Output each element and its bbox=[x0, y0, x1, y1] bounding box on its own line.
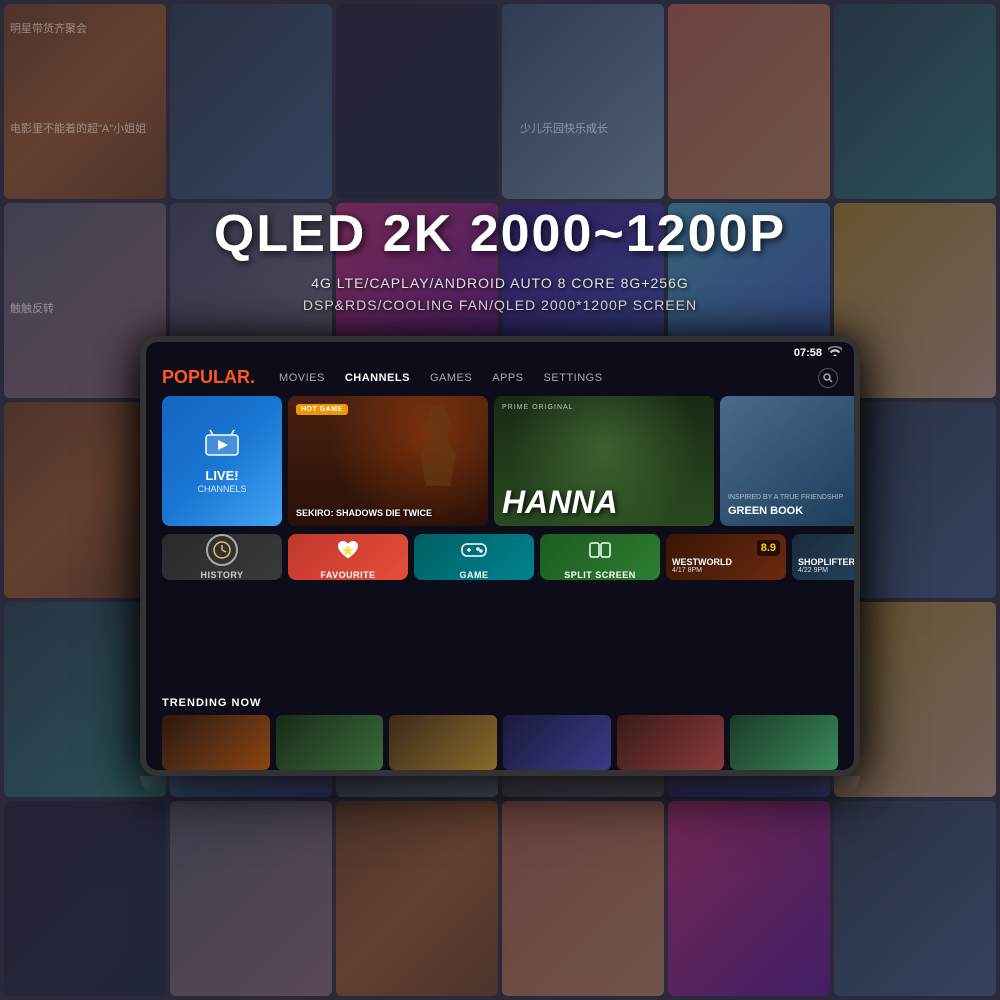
shoplifters-info: SHOPLIFTERS 4/22 9PM bbox=[798, 557, 860, 574]
tile-history[interactable]: HISTORY bbox=[162, 534, 282, 580]
history-icon bbox=[206, 534, 238, 566]
device-reflection bbox=[140, 776, 860, 796]
trending-row bbox=[162, 715, 838, 770]
nav-item-games[interactable]: GAMES bbox=[430, 372, 472, 384]
history-label: HISTORY bbox=[200, 570, 243, 580]
main-grid-row1: LIVE! CHANNELS HOT GAME SEKIRO: SHADOWS … bbox=[162, 396, 838, 526]
nav-item-channels[interactable]: CHANNELS bbox=[345, 372, 410, 384]
trending-thumb-1[interactable] bbox=[162, 715, 270, 770]
greenbook-badge: INSPIRED BY A TRUE FRIENDSHIP bbox=[728, 494, 860, 501]
sekiro-bg bbox=[288, 396, 488, 526]
westworld-date: 4/17 8PM bbox=[672, 567, 780, 574]
nav-bar: POPULAR. MOVIES CHANNELS GAMES APPS SETT… bbox=[146, 363, 854, 396]
title-section: QLED 2K 2000~1200P 4G LTE/CAPLAY/ANDROID… bbox=[214, 204, 786, 317]
tile-hanna[interactable]: PRIME ORIGINAL HANNA bbox=[494, 396, 714, 526]
favourite-label: FAVOURITE bbox=[320, 570, 375, 580]
top-bar: 07:58 bbox=[146, 342, 854, 363]
trending-thumb-2[interactable] bbox=[276, 715, 384, 770]
westworld-rating: 8.9 bbox=[757, 540, 780, 556]
tile-game[interactable]: GAME bbox=[414, 534, 534, 580]
westworld-info: WESTWORLD 4/17 8PM bbox=[672, 557, 780, 574]
nav-logo-dot: . bbox=[250, 367, 255, 387]
tile-westworld[interactable]: 8.9 WESTWORLD 4/17 8PM bbox=[666, 534, 786, 580]
wifi-icon bbox=[828, 346, 842, 359]
game-label: GAME bbox=[460, 570, 489, 580]
trending-label: TRENDING NOW bbox=[162, 697, 838, 709]
tile-live-channels[interactable]: LIVE! CHANNELS bbox=[162, 396, 282, 526]
favourite-icon bbox=[332, 534, 364, 566]
splitscreen-label: SPLIT SCREEN bbox=[564, 570, 636, 580]
tile-splitscreen[interactable]: SPLIT SCREEN bbox=[540, 534, 660, 580]
nav-item-apps[interactable]: APPS bbox=[492, 372, 523, 384]
tile-shoplifters[interactable]: 8.5 SHOPLIFTERS 4/22 9PM bbox=[792, 534, 860, 580]
westworld-title: WESTWORLD bbox=[672, 557, 780, 567]
shoplifters-title: SHOPLIFTERS bbox=[798, 557, 860, 567]
device-frame: 07:58 POPULAR. MOVIES CHANNELS GAMES AP bbox=[140, 336, 860, 776]
trending-thumb-5[interactable] bbox=[617, 715, 725, 770]
trending-thumb-6[interactable] bbox=[730, 715, 838, 770]
tile-sekiro[interactable]: HOT GAME SEKIRO: SHADOWS DIE TWICE bbox=[288, 396, 488, 526]
search-button[interactable] bbox=[818, 368, 838, 388]
live-label: LIVE! bbox=[205, 468, 238, 484]
content-area: LIVE! CHANNELS HOT GAME SEKIRO: SHADOWS … bbox=[146, 396, 854, 693]
main-title: QLED 2K 2000~1200P bbox=[214, 204, 786, 264]
trending-thumb-3[interactable] bbox=[389, 715, 497, 770]
greenbook-title: GREEN BOOK bbox=[728, 505, 860, 518]
subtitle-specs: 4G LTE/CAPLAY/ANDROID AUTO 8 CORE 8G+256… bbox=[214, 272, 786, 317]
splitscreen-icon bbox=[584, 534, 616, 566]
hanna-title: HANNA bbox=[502, 486, 706, 518]
sekiro-title: SEKIRO: SHADOWS DIE TWICE bbox=[296, 508, 480, 518]
trending-section: TRENDING NOW bbox=[146, 697, 854, 770]
main-container: QLED 2K 2000~1200P 4G LTE/CAPLAY/ANDROID… bbox=[0, 0, 1000, 1000]
device-screen: 07:58 POPULAR. MOVIES CHANNELS GAMES AP bbox=[146, 342, 854, 770]
tile-greenbook[interactable]: INSPIRED BY A TRUE FRIENDSHIP GREEN BOOK bbox=[720, 396, 860, 526]
shoplifters-date: 4/22 9PM bbox=[798, 567, 860, 574]
time-display: 07:58 bbox=[794, 347, 822, 359]
hot-game-badge: HOT GAME bbox=[296, 404, 348, 415]
live-sublabel: CHANNELS bbox=[197, 484, 246, 494]
game-icon bbox=[458, 534, 490, 566]
nav-logo-text: POPULAR bbox=[162, 367, 250, 387]
nav-item-movies[interactable]: MOVIES bbox=[279, 372, 325, 384]
live-channels-icon bbox=[204, 429, 240, 464]
trending-thumb-4[interactable] bbox=[503, 715, 611, 770]
main-grid-row2: HISTORY FAVOURITE bbox=[162, 534, 838, 580]
tile-favourite[interactable]: FAVOURITE bbox=[288, 534, 408, 580]
prime-badge: PRIME ORIGINAL bbox=[502, 404, 574, 411]
nav-logo: POPULAR. bbox=[162, 367, 255, 388]
nav-item-settings[interactable]: SETTINGS bbox=[544, 372, 603, 384]
